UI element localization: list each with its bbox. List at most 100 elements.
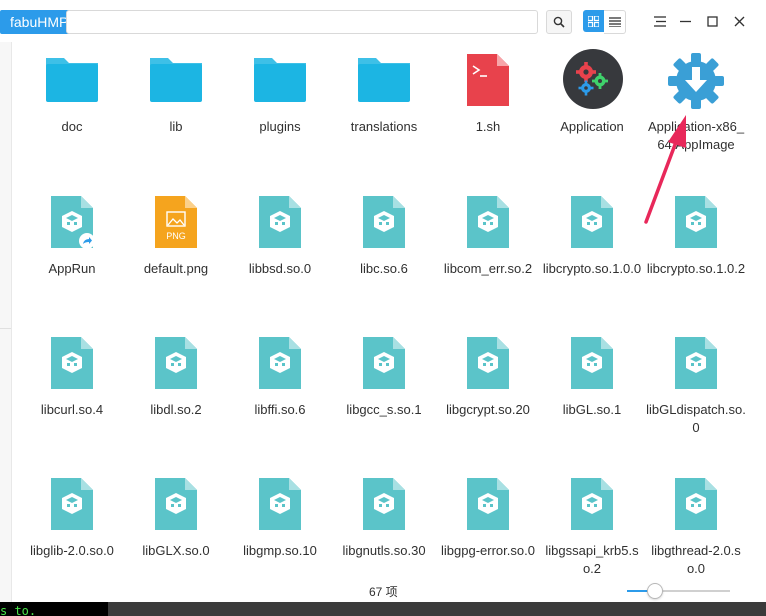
file-item[interactable]: 1.sh (438, 52, 538, 136)
library-file-icon (354, 194, 414, 252)
shell-script-icon (458, 52, 518, 110)
library-file-icon (562, 194, 622, 252)
file-name: libcurl.so.4 (40, 402, 104, 417)
title-bar: fabuHMP (0, 0, 766, 42)
file-item[interactable]: libffi.so.6 (230, 335, 330, 419)
file-name: Application (560, 119, 624, 134)
file-name: libgcc_s.so.1 (346, 402, 422, 417)
address-bar[interactable] (66, 10, 538, 34)
png-image-icon: PNG (146, 194, 206, 252)
file-item[interactable]: translations (334, 52, 434, 136)
search-icon (553, 16, 565, 28)
file-item[interactable]: libGLX.so.0 (126, 476, 226, 560)
list-icon (608, 17, 621, 27)
library-file-icon (458, 335, 518, 393)
png-badge-text: PNG (166, 231, 186, 241)
library-file-icon (146, 476, 206, 534)
file-item[interactable]: libcurl.so.4 (22, 335, 122, 419)
library-file-icon (354, 476, 414, 534)
file-item[interactable]: Application-x86_64.AppImage (646, 52, 746, 154)
menu-icon (654, 15, 666, 27)
file-name: libcom_err.so.2 (443, 261, 533, 276)
folder-icon (250, 52, 310, 110)
file-name: Application-x86_64.AppImage (647, 119, 745, 152)
icon-view-button[interactable] (583, 10, 604, 32)
file-item[interactable]: libcom_err.so.2 (438, 194, 538, 278)
file-name: libgnutls.so.30 (342, 543, 426, 558)
file-item[interactable]: libgcrypt.so.20 (438, 335, 538, 419)
file-name: plugins (259, 119, 301, 134)
file-item[interactable]: libGL.so.1 (542, 335, 642, 419)
file-name: libcrypto.so.1.0.2 (646, 261, 746, 276)
file-item[interactable]: libc.so.6 (334, 194, 434, 278)
zoom-slider-handle[interactable] (646, 583, 663, 599)
file-item[interactable]: PNG default.png (126, 194, 226, 278)
file-item[interactable]: libgthread-2.0.so.0 (646, 476, 746, 578)
file-item[interactable]: lib (126, 52, 226, 136)
file-item[interactable]: libGLdispatch.so.0 (646, 335, 746, 437)
file-item[interactable]: libgnutls.so.30 (334, 476, 434, 560)
maximize-button[interactable] (703, 12, 721, 30)
file-name: libbsd.so.0 (248, 261, 312, 276)
file-item[interactable]: libgssapi_krb5.so.2 (542, 476, 642, 578)
folder-icon (354, 52, 414, 110)
file-name: 1.sh (475, 119, 501, 134)
appimage-icon (666, 52, 726, 110)
grid-icon (588, 15, 599, 27)
file-item[interactable]: libcrypto.so.1.0.0 (542, 194, 642, 278)
file-item[interactable]: libgpg-error.so.0 (438, 476, 538, 560)
library-file-icon (562, 476, 622, 534)
library-file-icon (458, 476, 518, 534)
application-gears-icon (562, 49, 623, 110)
file-name: libgmp.so.10 (243, 543, 317, 558)
library-file-icon (458, 194, 518, 252)
file-item[interactable]: plugins (230, 52, 330, 136)
file-name: libgthread-2.0.so.0 (651, 543, 741, 576)
maximize-icon (706, 15, 718, 27)
file-name: libgpg-error.so.0 (441, 543, 535, 558)
file-item[interactable]: AppRun (22, 194, 122, 278)
library-file-icon (354, 335, 414, 393)
search-button[interactable] (546, 10, 572, 34)
terminal-window[interactable]: s to. (0, 602, 108, 616)
file-item[interactable]: libglib-2.0.so.0 (22, 476, 122, 560)
sidebar[interactable] (0, 42, 12, 602)
file-item[interactable]: Application (542, 49, 642, 136)
file-name: lib (169, 119, 183, 134)
folder-icon (42, 52, 102, 110)
item-count: 67 项 (369, 585, 398, 599)
file-name: libGLdispatch.so.0 (646, 402, 746, 435)
file-item[interactable]: libbsd.so.0 (230, 194, 330, 278)
file-name: libgssapi_krb5.so.2 (545, 543, 639, 576)
file-name: libGL.so.1 (562, 402, 622, 417)
zoom-slider-track[interactable] (627, 590, 730, 592)
sidebar-divider (0, 328, 11, 329)
file-name: libgcrypt.so.20 (446, 402, 530, 417)
file-item[interactable]: libgcc_s.so.1 (334, 335, 434, 419)
file-name: libGLX.so.0 (142, 543, 210, 558)
minimize-button[interactable] (676, 12, 694, 30)
main-menu-button[interactable] (651, 12, 669, 30)
library-file-icon (666, 335, 726, 393)
library-file-symlink-icon (42, 194, 102, 252)
file-name: libc.so.6 (360, 261, 408, 276)
file-item[interactable]: libgmp.so.10 (230, 476, 330, 560)
file-item[interactable]: libdl.so.2 (126, 335, 226, 419)
file-item[interactable]: libcrypto.so.1.0.2 (646, 194, 746, 278)
taskbar-strip (0, 602, 766, 616)
terminal-text: s to. (0, 604, 37, 616)
file-name: libffi.so.6 (254, 402, 306, 417)
close-button[interactable] (730, 12, 748, 30)
file-name: libcrypto.so.1.0.0 (542, 261, 642, 276)
minimize-icon (679, 20, 691, 22)
list-view-button[interactable] (604, 10, 626, 34)
library-file-icon (250, 335, 310, 393)
file-name: libdl.so.2 (150, 402, 202, 417)
file-manager-window: fabuHMP doc lib plugins translations 1.s… (0, 0, 766, 602)
library-file-icon (250, 194, 310, 252)
file-item[interactable]: doc (22, 52, 122, 136)
library-file-icon (146, 335, 206, 393)
file-name: AppRun (48, 261, 96, 276)
library-file-icon (42, 335, 102, 393)
file-name: default.png (143, 261, 209, 276)
